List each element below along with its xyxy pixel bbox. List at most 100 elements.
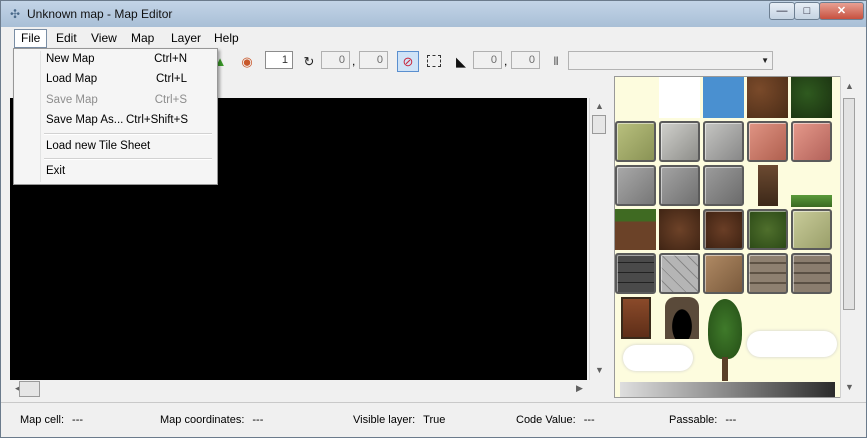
selection-separator: , [504, 54, 508, 68]
tile-stone-green[interactable] [615, 121, 656, 162]
rotation-y-input[interactable]: 0 [359, 51, 388, 69]
selection-x-input[interactable]: 0 [473, 51, 502, 69]
tile-wood-2[interactable] [791, 253, 832, 294]
map-coordinates-value: --- [252, 414, 264, 426]
tile-cloud-2[interactable] [747, 331, 837, 357]
selection-y-input[interactable]: 0 [511, 51, 540, 69]
menu-map[interactable]: Map [125, 29, 160, 48]
code-value-value: --- [583, 414, 595, 426]
code-value-combo[interactable]: ▼ [568, 51, 773, 70]
visible-layer-status: Visible layer: True [353, 414, 445, 426]
title-bar[interactable]: ✣ Unknown map - Map Editor — □ ✕ [1, 1, 866, 27]
passable-status: Passable: --- [669, 414, 736, 426]
tile-cave[interactable] [665, 297, 699, 339]
menu-separator [44, 158, 212, 160]
tile-metal-1[interactable] [615, 165, 656, 206]
map-cell-value: --- [72, 414, 84, 426]
map-horizontal-scroll-thumb[interactable] [19, 381, 40, 397]
visible-layer-label: Visible layer: [353, 414, 416, 426]
map-vertical-scrollbar[interactable]: ▲ ▼ [589, 98, 609, 380]
tile-stone-pink[interactable] [791, 121, 832, 162]
tile-scroll-up-icon[interactable]: ▲ [841, 78, 858, 95]
maximize-button[interactable]: □ [794, 2, 820, 20]
tile-metal-3[interactable] [703, 165, 744, 206]
tile-brick[interactable] [615, 253, 656, 294]
tile-tree-trunk[interactable] [722, 357, 728, 381]
paint-bucket-icon[interactable]: ◉ [239, 54, 255, 70]
chevron-down-icon[interactable]: ▼ [761, 53, 769, 69]
tile-tree-top[interactable] [708, 299, 742, 359]
tile-moss[interactable] [747, 209, 788, 250]
erase-icon[interactable]: ⊘ [397, 51, 419, 72]
menu-bar: File Edit View Map Layer Help [3, 29, 864, 49]
tile-grass-edge[interactable] [791, 195, 832, 207]
rotate-icon[interactable]: ↻ [301, 54, 317, 70]
layer-number-input[interactable]: 1 [265, 51, 293, 69]
menu-item-label: Load Map [46, 73, 98, 85]
menu-item-label: Load new Tile Sheet [46, 140, 151, 152]
menu-item-new-map[interactable]: New Map Ctrl+N [14, 49, 215, 69]
menu-item-load-tile-sheet[interactable]: Load new Tile Sheet [14, 136, 215, 156]
tile-empty[interactable] [615, 77, 656, 118]
tile-scroll-down-icon[interactable]: ▼ [841, 379, 858, 396]
menu-item-shortcut: Ctrl+S [154, 94, 187, 106]
menu-help[interactable]: Help [208, 29, 245, 48]
menu-item-shortcut: Ctrl+N [154, 53, 187, 65]
passable-value: --- [725, 414, 737, 426]
scroll-up-icon[interactable]: ▲ [591, 98, 608, 115]
scroll-right-icon[interactable]: ▶ [571, 380, 588, 397]
map-cell-status: Map cell: --- [20, 414, 83, 426]
tile-stone-red[interactable] [747, 121, 788, 162]
tile-white[interactable] [659, 77, 700, 118]
file-menu-dropdown: New Map Ctrl+N Load Map Ctrl+L Save Map … [13, 48, 218, 185]
tile-crate[interactable] [703, 253, 744, 294]
map-coordinates-status: Map coordinates: --- [160, 414, 263, 426]
tile-stone-grey[interactable] [703, 121, 744, 162]
menu-separator [44, 133, 212, 135]
tile-door[interactable] [621, 297, 651, 339]
menu-item-exit[interactable]: Exit [14, 161, 215, 181]
map-cell-label: Map cell: [20, 414, 65, 426]
menu-item-label: Exit [46, 165, 66, 177]
rotation-x-input[interactable]: 0 [321, 51, 350, 69]
tile-metal-2[interactable] [659, 165, 700, 206]
tile-dirt-3[interactable] [703, 209, 744, 250]
scroll-corner [589, 380, 608, 398]
close-button[interactable]: ✕ [819, 2, 864, 20]
map-horizontal-scrollbar[interactable]: ◀ ▶ [10, 380, 588, 398]
tile-gradient-strip [620, 382, 835, 397]
map-vertical-scroll-thumb[interactable] [592, 115, 606, 134]
tile-cobble[interactable] [659, 253, 700, 294]
menu-item-shortcut: Ctrl+Shift+S [126, 114, 188, 126]
menu-layer[interactable]: Layer [165, 29, 207, 48]
tile-scroll-thumb[interactable] [843, 98, 855, 310]
menu-item-save-map-as[interactable]: Save Map As... Ctrl+Shift+S [14, 110, 215, 130]
tile-trunk[interactable] [758, 165, 778, 206]
tile-sheet-scrollbar[interactable]: ▲ ▼ [840, 76, 858, 398]
tile-stone-light[interactable] [659, 121, 700, 162]
menu-item-save-map[interactable]: Save Map Ctrl+S [14, 90, 215, 110]
minimize-button[interactable]: — [769, 2, 795, 20]
tile-grass-dark[interactable] [791, 77, 832, 118]
scroll-down-icon[interactable]: ▼ [591, 362, 608, 379]
menu-edit[interactable]: Edit [50, 29, 83, 48]
tile-dirt-2[interactable] [659, 209, 700, 250]
visible-layer-value: True [423, 414, 446, 426]
menu-file[interactable]: File [14, 29, 48, 48]
rotation-separator: , [352, 54, 356, 68]
tile-cloud-1[interactable] [623, 345, 693, 371]
tile-water[interactable] [703, 77, 744, 118]
menu-view[interactable]: View [85, 29, 123, 48]
menu-item-shortcut: Ctrl+L [156, 73, 187, 85]
pointer-select-icon[interactable]: ◣ [453, 54, 469, 70]
menu-item-label: New Map [46, 53, 95, 65]
menu-item-label: Save Map As... [46, 114, 124, 126]
tile-wood-1[interactable] [747, 253, 788, 294]
tile-sandstone[interactable] [791, 209, 832, 250]
menu-item-load-map[interactable]: Load Map Ctrl+L [14, 69, 215, 89]
tile-sheet-panel[interactable] [614, 76, 854, 398]
tile-grass-dirt[interactable] [615, 209, 656, 250]
tile-dirt[interactable] [747, 77, 788, 118]
select-rectangle-icon[interactable] [427, 55, 441, 67]
code-value-label: Code Value: [516, 414, 576, 426]
